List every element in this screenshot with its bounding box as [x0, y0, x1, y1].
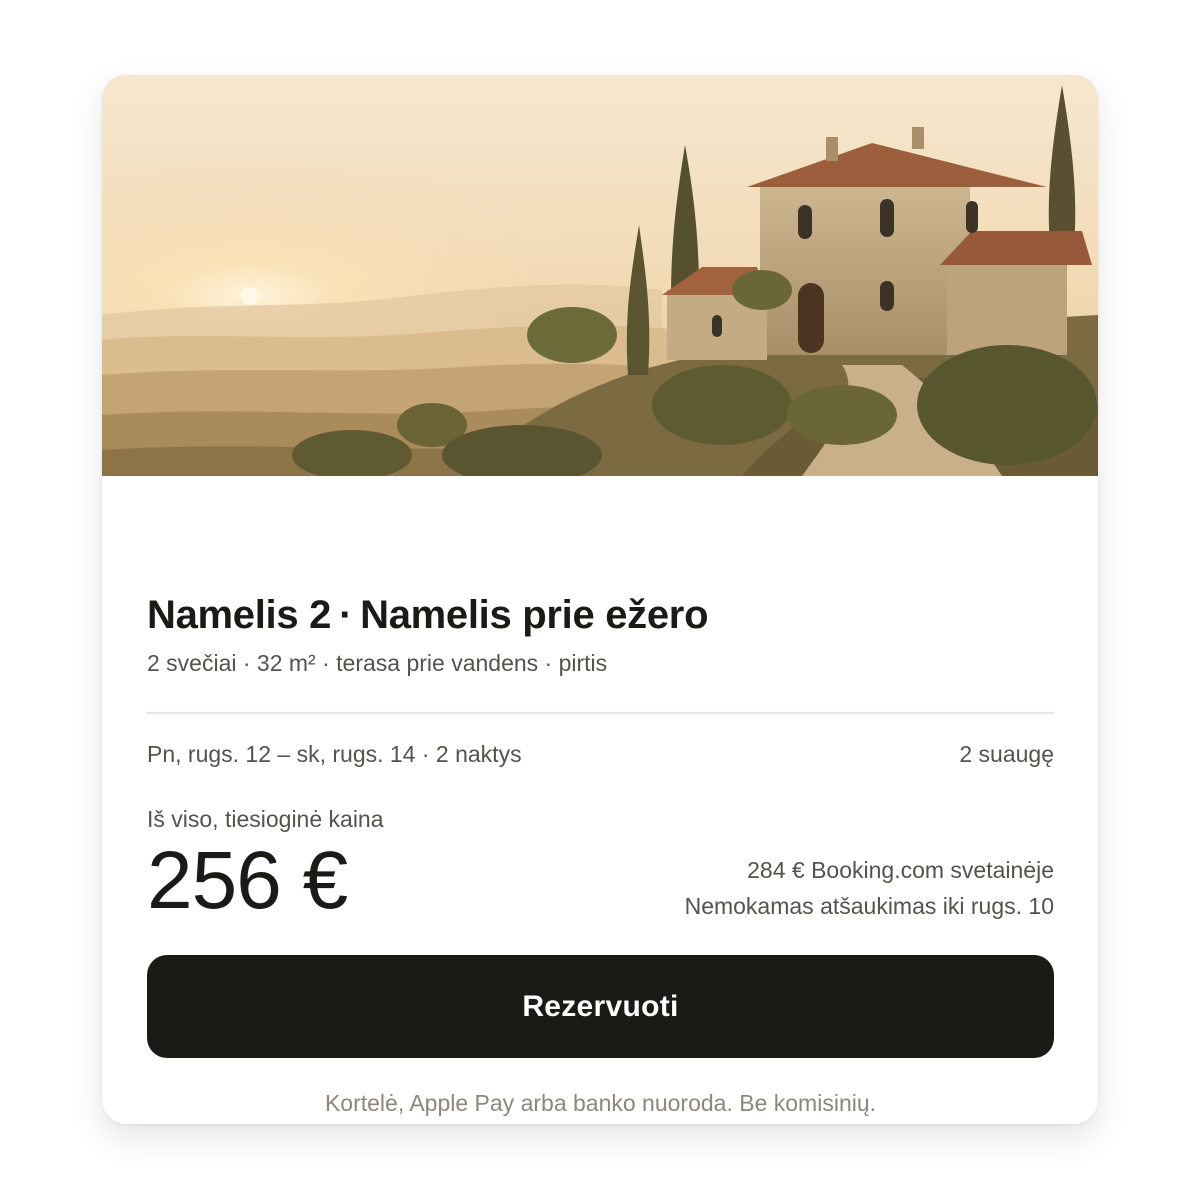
listing-features: 2 svečiai · 32 m² · terasa prie vandens … [147, 650, 608, 676]
price-comparison: 284 € Booking.com svetainėje [747, 857, 1054, 883]
booking-card: Namelis 2 · Namelis prie ežero 2 svečiai ·… [102, 75, 1098, 1124]
stay-dates: Pn, rugs. 12 – sk, rugs. 14 · 2 naktys [147, 741, 522, 767]
payment-note: Kortelė, Apple Pay arba banko nuoroda. B… [324, 1090, 877, 1116]
title-separator: · [339, 593, 353, 637]
listing-title: Namelis 2 · Namelis prie ežero [147, 593, 709, 638]
listing-photo [102, 75, 1098, 476]
total-price-label: Iš viso, tiesioginė kaina [147, 806, 384, 832]
cancellation-policy: Nemokamas atšaukimas iki rugs. 10 [684, 893, 1054, 919]
divider [147, 712, 1054, 714]
total-price: 256 € [147, 835, 348, 926]
reserve-button[interactable]: Rezervuoti [147, 955, 1054, 1058]
guest-count: 2 suaugę [959, 741, 1054, 767]
listing-name-prefix: Namelis 2 [147, 593, 332, 637]
listing-name: Namelis prie ežero [360, 593, 709, 637]
